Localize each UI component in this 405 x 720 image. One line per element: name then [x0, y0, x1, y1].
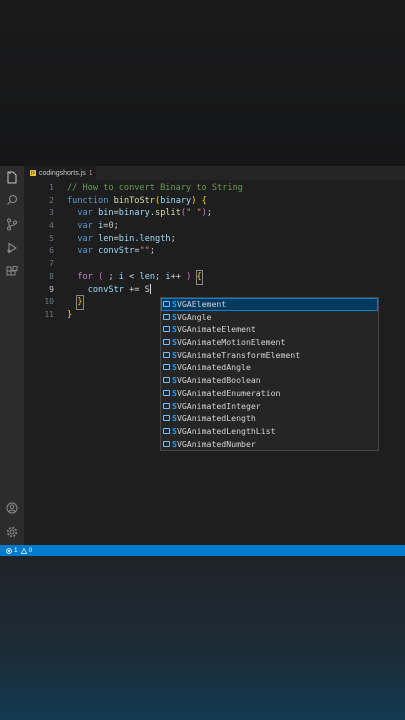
line-number-active: 9 — [49, 284, 54, 294]
code-line-1: // How to convert Binary to String — [67, 183, 243, 193]
suggestion-item[interactable]: SVGAElement — [161, 298, 378, 311]
suggestion-label: VGAnimatedLength — [176, 413, 256, 424]
line-number: 1 — [49, 183, 54, 192]
suggestion-label: VGAnimateMotionElement — [176, 337, 286, 348]
files-icon[interactable] — [4, 169, 20, 185]
code-line-4: var i=0; — [77, 221, 119, 232]
suggestion-item[interactable]: SVGAnimatedInteger — [161, 400, 378, 413]
tab-filename: codingshorts.js — [39, 169, 86, 177]
line-number: 8 — [49, 271, 54, 281]
line-number: 10 — [44, 297, 54, 307]
status-bar: 1 0 — [0, 545, 405, 556]
variable-icon — [163, 377, 170, 384]
variable-icon — [163, 364, 170, 371]
tab-codingshorts-js[interactable]: JS codingshorts.js 1 — [24, 166, 96, 180]
search-icon[interactable] — [4, 192, 20, 208]
variable-icon — [163, 440, 170, 447]
js-file-icon: JS — [30, 170, 36, 176]
variable-icon — [163, 301, 170, 307]
problems-indicator[interactable]: 1 0 — [6, 545, 32, 556]
line-number: 11 — [44, 309, 54, 319]
suggestion-item[interactable]: SVGAnimatedNumber — [161, 438, 378, 451]
video-frame: JS codingshorts.js 1 1 2 3 4 5 6 7 8 9 1… — [0, 0, 405, 720]
run-debug-icon[interactable] — [4, 240, 20, 256]
tab-problem-count: 1 — [88, 169, 93, 177]
suggestion-item[interactable]: SVGAnimatedEnumeration — [161, 387, 378, 400]
matched-brace-close: } — [76, 295, 84, 310]
variable-icon — [163, 326, 170, 333]
line-number-gutter: 1 2 3 4 5 6 7 8 9 10 11 — [24, 182, 54, 322]
suggestion-label: VGAngle — [176, 311, 212, 322]
line-number: 4 — [49, 221, 54, 231]
suggestion-label: VGAnimatedNumber — [176, 438, 256, 449]
suggestion-item[interactable]: SVGAnimateTransformElement — [161, 349, 378, 362]
suggestion-item[interactable]: SVGAnimateMotionElement — [161, 336, 378, 349]
suggestion-label: VGAnimatedLengthList — [176, 425, 276, 436]
suggestion-item[interactable]: SVGAnimatedLengthList — [161, 425, 378, 438]
text-cursor — [149, 284, 151, 294]
code-line-2: function binToStr(binary) { — [67, 195, 207, 206]
variable-icon — [163, 351, 170, 358]
activity-bar — [0, 166, 24, 545]
line-number: 7 — [49, 259, 54, 269]
variable-icon — [163, 339, 170, 346]
variable-icon — [163, 389, 170, 396]
matched-brace: { — [195, 269, 203, 285]
suggestion-item[interactable]: SVGAnimatedLength — [161, 412, 378, 425]
variable-icon — [163, 402, 170, 409]
suggestion-label: VGAElement — [176, 299, 227, 309]
suggestion-label: VGAnimateTransformElement — [176, 349, 301, 360]
warning-count: 0 — [28, 547, 33, 554]
line-number: 6 — [49, 246, 54, 256]
suggestion-label: VGAnimatedAngle — [176, 362, 251, 373]
top-dark-band — [0, 0, 405, 166]
source-control-icon[interactable] — [4, 216, 20, 232]
suggestion-item[interactable]: SVGAnimatedBoolean — [161, 374, 378, 387]
code-line-3: var bin=binary.split(" "); — [77, 208, 212, 219]
line-number: 3 — [49, 208, 54, 218]
suggestion-label: VGAnimatedInteger — [176, 400, 261, 411]
editor-window: JS codingshorts.js 1 1 2 3 4 5 6 7 8 9 1… — [0, 166, 405, 545]
bottom-gradient-band — [0, 556, 405, 720]
extensions-icon[interactable] — [4, 264, 20, 280]
suggestion-item[interactable]: SVGAnimatedAngle — [161, 361, 378, 374]
tab-strip: JS codingshorts.js 1 — [24, 166, 405, 180]
error-count: 1 — [14, 547, 18, 554]
autocomplete-suggestions: SVGAElement SVGAngle SVGAnimateElement SVGA… — [160, 297, 379, 451]
line-number: 5 — [49, 233, 54, 243]
suggestion-label: VGAnimatedEnumeration — [176, 387, 281, 398]
suggestion-label: VGAnimateElement — [176, 324, 256, 335]
line-number: 2 — [49, 195, 54, 205]
code-line-6: var convStr=""; — [77, 246, 156, 257]
variable-icon — [163, 415, 170, 422]
gear-icon[interactable] — [4, 524, 20, 540]
code-line-5: var len=bin.length; — [77, 233, 176, 244]
variable-icon — [163, 427, 170, 434]
account-icon[interactable] — [4, 500, 20, 516]
code-line-8: for ( ; i < len; i++ ) { — [77, 269, 203, 285]
warning-icon — [20, 547, 27, 554]
variable-icon — [163, 313, 170, 320]
suggestion-label: VGAnimatedBoolean — [176, 375, 261, 386]
suggestion-item[interactable]: SVGAnimateElement — [161, 323, 378, 336]
suggestion-item[interactable]: SVGAngle — [161, 311, 378, 324]
code-line-9: convStr += S — [87, 284, 151, 295]
error-icon — [6, 547, 12, 554]
